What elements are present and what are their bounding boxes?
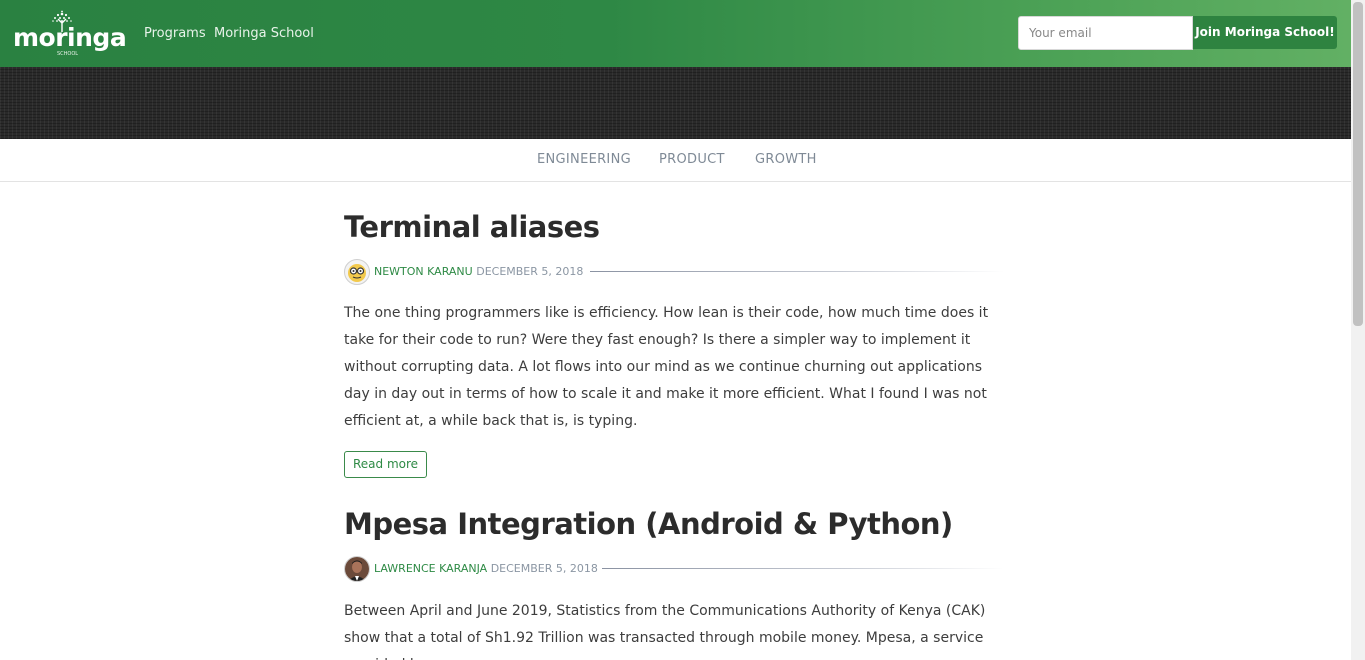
nav-programs-link[interactable]: Programs [144,25,206,42]
author-avatar[interactable] [344,259,370,285]
logo-text: moringa [13,23,127,52]
post-title[interactable]: Terminal aliases [344,209,600,245]
page: moringa SCHOOL Programs Moringa School J… [0,0,1351,660]
read-more-button[interactable]: Read more [344,451,428,478]
category-growth[interactable]: GROWTH [755,151,817,169]
meta-divider [590,271,1004,272]
category-product[interactable]: PRODUCT [659,151,725,169]
nav-moringa-school-link[interactable]: Moringa School [214,25,314,42]
author-avatar[interactable] [344,556,370,582]
category-engineering[interactable]: ENGINEERING [537,151,631,169]
logo-subtext: SCHOOL [57,51,79,57]
author-line: NEWTON KARANU DECEMBER 5, 2018 [374,265,583,279]
vertical-scrollbar[interactable] [1351,0,1365,660]
meta-divider [602,568,1004,569]
post-date: DECEMBER 5, 2018 [490,562,598,575]
avatar-face-icon [348,264,366,282]
post-excerpt: The one thing programmers like is effici… [344,305,989,429]
post-date: DECEMBER 5, 2018 [476,265,584,278]
author-name[interactable]: LAWRENCE KARANJA [374,562,487,575]
author-name[interactable]: NEWTON KARANU [374,265,473,278]
avatar-person-icon [345,557,369,581]
hero-banner [0,67,1351,139]
join-button[interactable]: Join Moringa School! [1193,16,1337,49]
post-meta: LAWRENCE KARANJA DECEMBER 5, 2018 [344,556,1006,582]
scrollbar-thumb[interactable] [1353,2,1363,326]
post-excerpt: Between April and June 2019, Statistics … [344,603,986,660]
category-nav: ENGINEERING PRODUCT GROWTH [0,139,1351,182]
post-title[interactable]: Mpesa Integration (Android & Python) [344,506,953,542]
post-meta: NEWTON KARANU DECEMBER 5, 2018 [344,259,1006,285]
top-navbar: moringa SCHOOL Programs Moringa School J… [0,0,1351,67]
moringa-logo[interactable]: moringa SCHOOL [13,10,127,58]
email-input[interactable] [1018,16,1193,50]
author-line: LAWRENCE KARANJA DECEMBER 5, 2018 [374,562,598,576]
